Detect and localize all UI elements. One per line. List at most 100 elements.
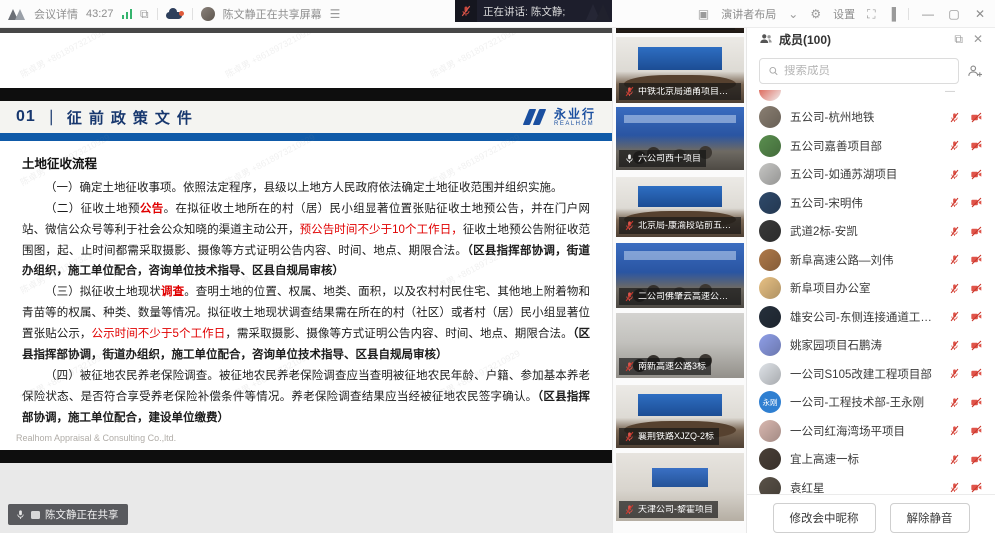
member-row[interactable]: 一公司红海湾场平项目 — [747, 417, 995, 446]
layout-icon: ▣ — [698, 8, 709, 20]
video-tile-label: 北京局-康渝段站前五标项目 — [619, 217, 741, 234]
member-row-partial[interactable]: — — [747, 90, 995, 103]
member-row[interactable]: 五公司-如通苏湖项目 — [747, 160, 995, 189]
camera-off-icon[interactable] — [970, 169, 983, 180]
camera-off-icon[interactable] — [970, 140, 983, 151]
settings-button[interactable]: 设置 — [833, 6, 855, 22]
video-tile[interactable]: 北京局-康渝段站前五标项目 — [616, 177, 744, 237]
member-searchbox[interactable] — [759, 58, 959, 84]
camera-off-icon[interactable] — [970, 368, 983, 379]
avatar — [759, 192, 781, 214]
member-row[interactable]: 袁红星 — [747, 474, 995, 495]
member-name: 新阜高速公路—刘伟 — [790, 252, 941, 268]
camera-off-icon[interactable] — [970, 112, 983, 123]
video-tile[interactable]: 中铁北京局通甬项目慈溪... — [616, 37, 744, 103]
section-separator: ｜ — [44, 107, 59, 128]
camera-off-icon[interactable] — [970, 482, 983, 493]
member-row[interactable]: 宜上高速一标 — [747, 445, 995, 474]
video-tile-name: 天津公司-黎霍项目 — [638, 505, 713, 514]
member-row[interactable]: 五公司嘉善项目部 — [747, 132, 995, 161]
close-button[interactable]: ✕ — [973, 7, 987, 21]
video-thumbnail-strip: 城轨公司运南三分部中铁北京局通甬项目慈溪...六公司西十项目北京局-康渝段站前五… — [612, 0, 746, 533]
muted-mic-icon[interactable] — [949, 311, 960, 322]
unmute-button[interactable]: 解除静音 — [890, 503, 970, 533]
muted-mic-icon[interactable] — [949, 254, 960, 265]
camera-off-icon[interactable] — [970, 340, 983, 351]
muted-mic-icon[interactable] — [949, 425, 960, 436]
avatar — [759, 135, 781, 157]
slide-paragraph: （二）征收土地预公告。在拟征收土地所在的村（居）民小组显著位置张贴征收土地预公告… — [22, 199, 590, 283]
muted-mic-icon[interactable] — [949, 197, 960, 208]
video-tile[interactable]: 襄荆铁路XJZQ-2标 — [616, 385, 744, 448]
fullscreen-icon[interactable]: ⛶ — [867, 8, 875, 20]
add-member-icon[interactable] — [967, 64, 983, 78]
member-row[interactable]: 新阜项目办公室 — [747, 274, 995, 303]
video-tile-name: 北京局-康渝段站前五标项目 — [638, 221, 736, 230]
slide-black-band-bottom — [0, 450, 612, 463]
chevron-down-icon[interactable]: ⌄ — [788, 8, 798, 20]
member-name: 五公司-杭州地铁 — [790, 109, 941, 125]
member-status-icons — [949, 311, 983, 322]
muted-mic-icon[interactable] — [949, 340, 960, 351]
camera-off-icon[interactable] — [970, 454, 983, 465]
member-name: 雄安公司-东侧连接通道工程项目向志良 — [790, 309, 941, 325]
projection-screen — [638, 394, 723, 416]
muted-mic-icon[interactable] — [949, 482, 960, 493]
camera-off-icon[interactable] — [970, 311, 983, 322]
camera-off-icon[interactable] — [970, 197, 983, 208]
muted-mic-icon[interactable] — [949, 368, 960, 379]
video-tile-label: 天津公司-黎霍项目 — [619, 501, 718, 518]
video-tile[interactable]: 二公司佛肇云高速公路项... — [616, 243, 744, 308]
member-search-input[interactable] — [784, 65, 950, 77]
layout-selector[interactable]: 演讲者布局 — [721, 6, 776, 22]
paragraph-segment: （二）征收土地预 — [45, 203, 140, 215]
member-row[interactable]: 五公司-杭州地铁 — [747, 103, 995, 132]
muted-mic-icon[interactable] — [949, 226, 960, 237]
member-row[interactable]: 五公司-宋明伟 — [747, 189, 995, 218]
camera-off-icon[interactable] — [970, 397, 983, 408]
member-row[interactable]: 雄安公司-东侧连接通道工程项目向志良 — [747, 303, 995, 332]
presentation-slide: 陈卓男 +8618973210929陈卓男 +8618973210929陈卓男 … — [0, 33, 612, 463]
side-panel-icon[interactable]: ▐ — [887, 8, 896, 20]
member-status-icons — [949, 368, 983, 379]
video-tile[interactable]: 天津公司-黎霍项目 — [616, 453, 744, 521]
member-row[interactable]: 武道2标-安凯 — [747, 217, 995, 246]
video-tile[interactable]: 六公司西十项目 — [616, 107, 744, 170]
video-tile-name: 襄荆铁路XJZQ-2标 — [638, 432, 714, 441]
camera-off-icon[interactable] — [970, 283, 983, 294]
pop-out-icon[interactable]: ⧉ — [954, 32, 963, 47]
camera-off-icon[interactable] — [970, 425, 983, 436]
partial-row-icons: — — [945, 90, 983, 97]
muted-mic-icon[interactable] — [949, 112, 960, 123]
muted-mic-icon[interactable] — [949, 140, 960, 151]
video-tile[interactable]: 南新高速公路3标 — [616, 313, 744, 378]
muted-mic-icon[interactable] — [949, 283, 960, 294]
meeting-detail-button[interactable]: 会议详情 — [34, 6, 78, 22]
member-row[interactable]: 姚家园项目石鹏涛 — [747, 331, 995, 360]
video-tile-name: 南新高速公路3标 — [638, 362, 706, 371]
paragraph-segment: （一）确定土地征收事项。依照法定程序，县级以上地方人民政府依法确定土地征收范围并… — [45, 182, 563, 194]
muted-mic-icon[interactable] — [949, 169, 960, 180]
video-tile-name: 中铁北京局通甬项目慈溪... — [638, 87, 736, 96]
list-icon[interactable]: ☰ — [330, 8, 341, 20]
member-name: 武道2标-安凯 — [790, 223, 941, 239]
members-panel-footer: 修改会中昵称 解除静音 — [747, 494, 995, 533]
open-window-icon[interactable]: ⧉ — [140, 8, 149, 20]
muted-mic-icon[interactable] — [949, 454, 960, 465]
members-icon — [759, 32, 773, 46]
member-name: 新阜项目办公室 — [790, 280, 941, 296]
minimize-button[interactable]: — — [921, 7, 935, 21]
member-row[interactable]: 永刚一公司-工程技术部-王永刚 — [747, 388, 995, 417]
member-name: 一公司-工程技术部-王永刚 — [790, 394, 941, 410]
video-tile-label: 六公司西十项目 — [619, 150, 706, 167]
camera-off-icon[interactable] — [970, 226, 983, 237]
rename-button[interactable]: 修改会中昵称 — [773, 503, 876, 533]
cloud-recording-icon[interactable] — [166, 8, 184, 19]
member-row[interactable]: 新阜高速公路—刘伟 — [747, 246, 995, 275]
paragraph-segment: ，需采取摄影、摄像等方式证明公告内容、时间、地点、期限合法。 — [225, 328, 572, 340]
close-panel-icon[interactable]: ✕ — [973, 32, 983, 47]
maximize-button[interactable]: ▢ — [947, 7, 961, 21]
muted-mic-icon[interactable] — [949, 397, 960, 408]
camera-off-icon[interactable] — [970, 254, 983, 265]
member-row[interactable]: 一公司S105改建工程项目部 — [747, 360, 995, 389]
